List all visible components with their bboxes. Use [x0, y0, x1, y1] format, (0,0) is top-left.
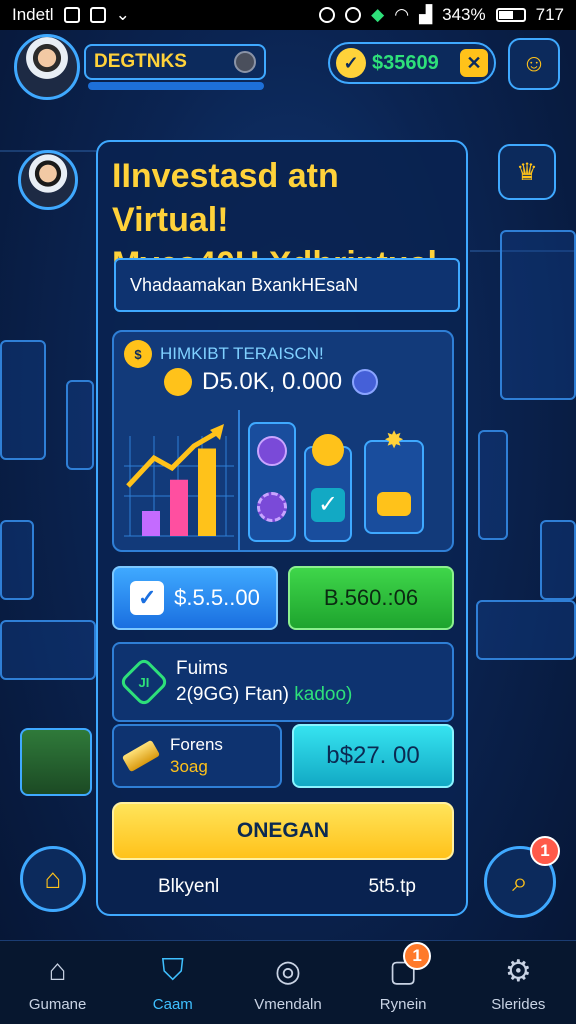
footer-right: 5t5.tp [368, 876, 416, 897]
funds-card[interactable]: JI Fuims 2(9GG) Ftan) kadoo) [112, 642, 454, 722]
gold-title: Forens [170, 735, 223, 754]
buy-button[interactable]: ✓ $.5.5..00 [112, 566, 278, 630]
bottom-nav: ⌂ Gumane ⛉ Caam ◎ Vmendaln ▢ Rynein 1 ⚙ … [0, 940, 576, 1024]
nav-chat[interactable]: ◎ Vmendaln [238, 952, 338, 1014]
close-icon[interactable]: ✕ [460, 49, 488, 77]
check-icon: ✓ [130, 581, 165, 615]
growth-chart-svg [124, 424, 234, 537]
tile-check[interactable]: ✓ [304, 434, 352, 542]
profile-name-pill[interactable]: DEGTNKS [84, 44, 266, 80]
investment-panel: IInvestasd atn Virtual! Mves40H Xdbrintu… [96, 140, 468, 916]
status-carrier: Indetl [12, 5, 54, 24]
store-button[interactable]: ⌂ [20, 846, 86, 912]
store-icon: ⌂ [44, 863, 62, 894]
gold-sub: 3oag [170, 757, 208, 776]
search-icon: ⌕ [512, 865, 528, 897]
profile-settings-button[interactable]: ☺ [508, 38, 560, 90]
action-buttons: ✓ $.5.5..00 B.560.:06 [112, 566, 454, 630]
clock-icon [345, 7, 362, 23]
funds-value: 2(9GG) Ftan) [176, 684, 289, 705]
growth-chart [124, 416, 240, 544]
chart-bar-1 [142, 511, 160, 536]
market-label: HIMKIBT TERAISCN! [160, 344, 324, 363]
nav-messages[interactable]: ▢ Rynein 1 [353, 942, 453, 1013]
funds-title: Fuims [176, 658, 228, 679]
coin-icon: $ [124, 340, 152, 368]
market-header: $ HIMKIBT TERAISCN! [124, 340, 324, 368]
sell-button[interactable]: B.560.:06 [288, 566, 454, 630]
xp-progress-bar [88, 82, 264, 90]
funds-value-suffix: kadoo) [294, 684, 353, 705]
check-coin-icon: ✓ [336, 48, 366, 78]
gold-row: Forens 3oag b$27. 00 [112, 724, 454, 788]
status-bar: Indetl ⌄ ◆ ◠ ▟ 343% 717 [0, 0, 576, 30]
check-icon: ✓ [311, 488, 345, 522]
funds-icon: JI [118, 656, 170, 708]
nav-shield[interactable]: ⛉ Caam [123, 952, 223, 1013]
gold-bar-icon [121, 739, 161, 773]
gold-card[interactable]: Forens 3oag [112, 724, 282, 788]
nav-settings[interactable]: ⚙ Slerides [468, 952, 568, 1014]
panel-footer: Blkyenl 5t5.tp [158, 876, 416, 898]
image-icon [63, 7, 80, 23]
sell-button-label: B.560.:06 [323, 585, 419, 610]
primary-action-button[interactable]: ONEGAN [112, 802, 454, 860]
footer-left: Blkyenl [158, 876, 220, 897]
gem-icon [352, 369, 379, 395]
search-input[interactable]: Vhadaamakan BxankHEsaN [114, 258, 460, 312]
sim-icon [89, 7, 106, 23]
spark-icon: ✸ [383, 427, 405, 454]
alarm-icon [319, 7, 336, 23]
tile-coins[interactable]: ✸ [364, 427, 424, 534]
feature-tiles: ✓ ✸ [238, 410, 452, 550]
gold-coin-icon [164, 368, 192, 396]
vip-button[interactable]: ♛ [498, 144, 556, 200]
balance-pill[interactable]: ✓ $35609 ✕ [328, 42, 496, 84]
market-card: $ HIMKIBT TERAISCN! D5.0K, 0.000 ✓ ✸ [112, 330, 454, 552]
leaf-icon: ◆ [371, 5, 385, 24]
gold-price-button[interactable]: b$27. 00 [292, 724, 454, 788]
user-icon: ☺ [521, 50, 547, 77]
crown-icon: ♛ [516, 158, 538, 186]
gold-gear-icon [312, 434, 344, 466]
chart-bar-2 [170, 479, 188, 536]
side-avatar[interactable] [18, 150, 78, 210]
chat-icon: ◎ [274, 954, 302, 988]
market-value: D5.0K, 0.000 [202, 368, 343, 395]
balance-value: $35609 [372, 51, 439, 74]
nav-notification-badge: 1 [403, 942, 432, 970]
nav-home[interactable]: ⌂ Gumane [8, 952, 108, 1013]
top-bar: DEGTNKS ✓ $35609 ✕ ☺ [14, 34, 562, 114]
home-icon: ⌂ [48, 954, 67, 987]
wifi-icon: ◠ [394, 5, 410, 24]
profile-avatar[interactable] [14, 34, 80, 100]
notification-badge: 1 [530, 836, 560, 866]
gem-icon [257, 436, 287, 466]
gear-icon [257, 492, 287, 522]
battery-icon [495, 8, 526, 22]
chevron-down-icon: ⌄ [115, 5, 130, 24]
status-time: 717 [535, 5, 564, 24]
gear-icon: ⚙ [504, 954, 532, 988]
tile-gem[interactable] [248, 422, 296, 542]
coin-stack-icon [377, 492, 411, 516]
buy-button-label: $.5.5..00 [174, 585, 260, 610]
battery-percent: 343% [442, 5, 486, 24]
side-character-card[interactable] [20, 728, 92, 796]
coin-icon [234, 51, 256, 73]
shield-icon: ⛉ [161, 954, 185, 987]
market-value-row: D5.0K, 0.000 [164, 368, 379, 396]
signal-icon: ▟ [419, 5, 433, 24]
chart-bar-3 [198, 448, 216, 536]
title-line-1: IInvestasd atn Virtual! [112, 157, 339, 239]
profile-name: DEGTNKS [94, 51, 187, 72]
